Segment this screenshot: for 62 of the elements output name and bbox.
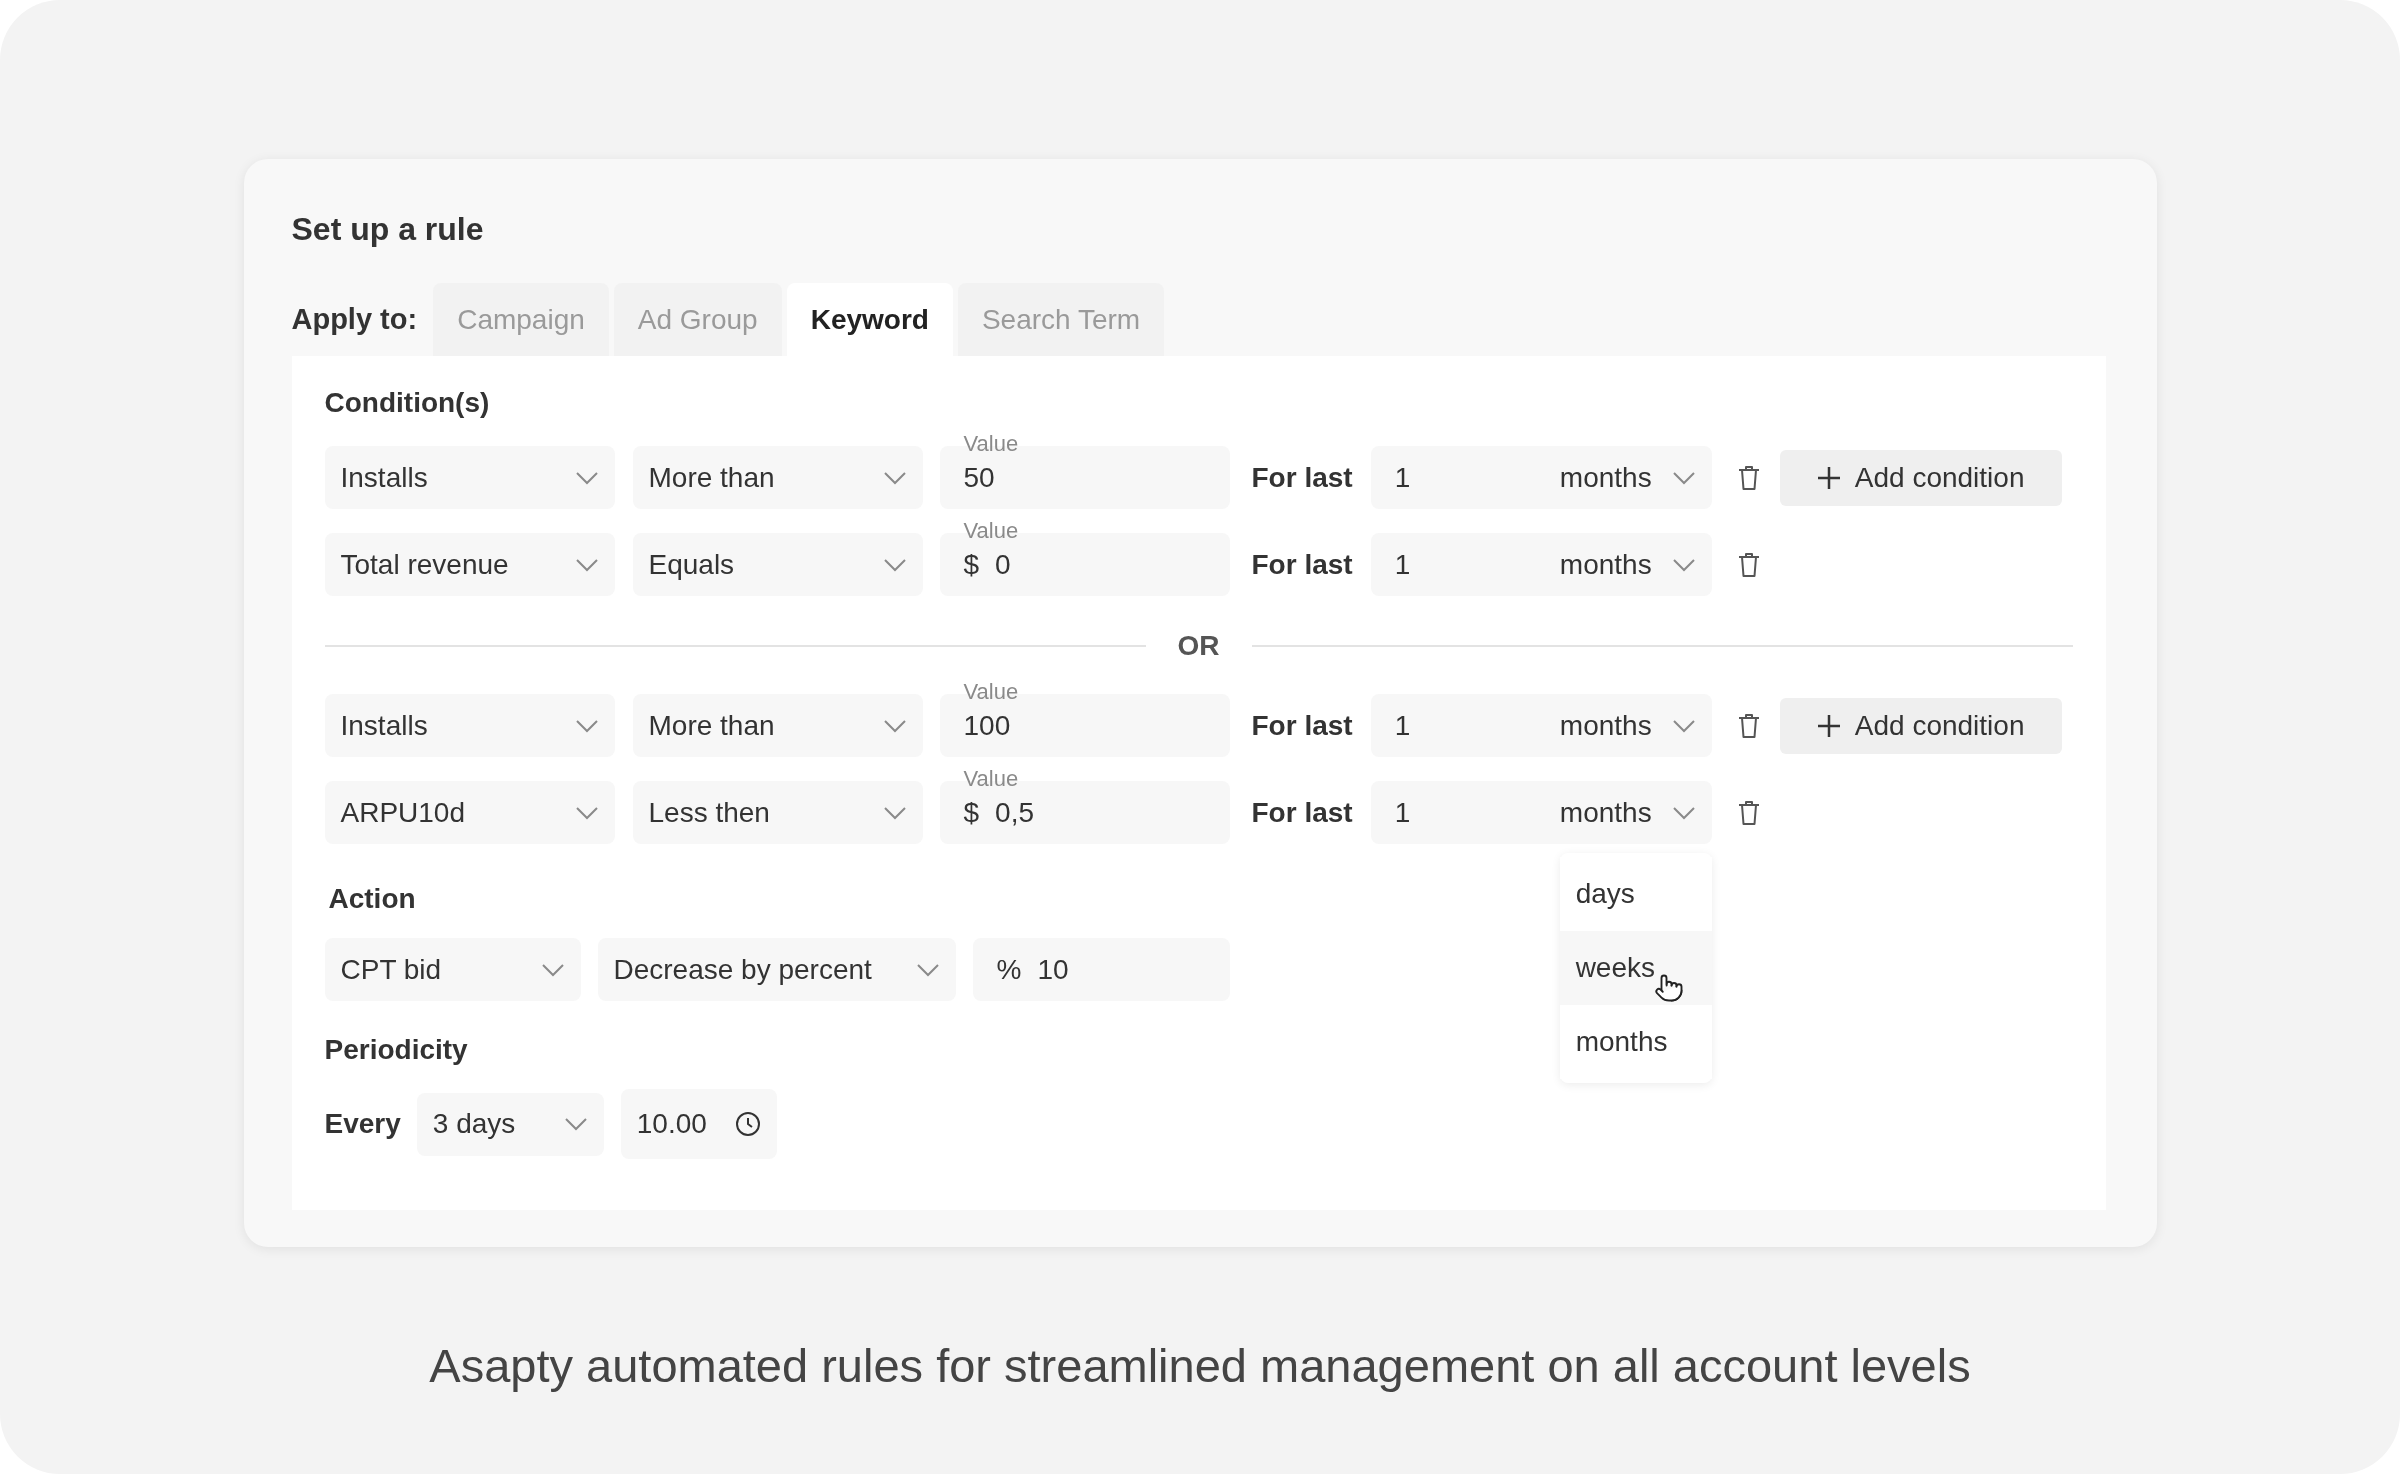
plus-icon xyxy=(1816,713,1841,738)
for-last-label: For last xyxy=(1251,460,1353,495)
chevron-down-icon xyxy=(574,718,599,733)
period-count[interactable]: 1 xyxy=(1394,704,1411,747)
unit-select[interactable]: months xyxy=(1559,456,1696,499)
chevron-down-icon xyxy=(882,470,907,485)
operator-select[interactable]: More than xyxy=(632,446,923,509)
action-heading: Action xyxy=(328,882,416,916)
chevron-down-icon xyxy=(1671,557,1696,572)
chevron-down-icon xyxy=(574,470,599,485)
chevron-down-icon xyxy=(540,962,565,977)
unit-select[interactable]: months xyxy=(1559,704,1696,747)
trash-icon[interactable] xyxy=(1737,799,1760,826)
periodicity-heading: Periodicity xyxy=(324,1033,468,1067)
hand-cursor-icon xyxy=(1653,973,1684,1003)
operator-select[interactable]: Less then xyxy=(632,781,923,844)
chevron-down-icon xyxy=(574,805,599,820)
apply-to-label: Apply to: xyxy=(291,301,418,337)
metric-select[interactable]: Installs xyxy=(324,694,615,757)
period-count[interactable]: 1 xyxy=(1394,456,1411,499)
target-select[interactable]: CPT bid xyxy=(324,938,581,1001)
chevron-down-icon xyxy=(1671,805,1696,820)
unit-select[interactable]: months xyxy=(1559,791,1696,834)
chevron-down-icon xyxy=(882,805,907,820)
percent-field[interactable]: % 10 xyxy=(972,938,1230,1001)
period-count[interactable]: 1 xyxy=(1394,543,1411,586)
trash-icon[interactable] xyxy=(1737,464,1760,491)
for-last-label: For last xyxy=(1251,795,1353,830)
period-count[interactable]: 1 xyxy=(1394,791,1411,834)
conditions-heading: Condition(s) xyxy=(324,386,491,420)
every-label: Every xyxy=(324,1107,401,1141)
card-title: Set up a rule xyxy=(291,210,485,249)
metric-select[interactable]: Total revenue xyxy=(324,533,615,596)
tab[interactable]: Keyword xyxy=(786,283,953,356)
for-last-label: For last xyxy=(1251,547,1353,582)
metric-select[interactable]: ARPU10d xyxy=(324,781,615,844)
time-field[interactable]: 10.00 xyxy=(620,1089,777,1159)
chevron-down-icon xyxy=(563,1117,588,1131)
clock-icon xyxy=(734,1111,761,1137)
unit-select[interactable]: months xyxy=(1559,543,1696,586)
caption: Asapty automated rules for streamlined management on all account levels xyxy=(429,1338,1971,1394)
for-last-label: For last xyxy=(1251,708,1353,743)
trash-icon[interactable] xyxy=(1737,551,1760,578)
operator-select[interactable]: More than xyxy=(632,694,923,757)
trash-icon[interactable] xyxy=(1737,712,1760,739)
add-condition-button[interactable]: Add condition xyxy=(1779,697,2062,754)
chevron-down-icon xyxy=(574,557,599,572)
chevron-down-icon xyxy=(1671,470,1696,485)
interval-select[interactable]: 3 days xyxy=(416,1092,604,1156)
chevron-down-icon xyxy=(882,718,907,733)
unit-option[interactable]: days xyxy=(1559,857,1712,931)
chevron-down-icon xyxy=(882,557,907,572)
metric-select[interactable]: Installs xyxy=(324,446,615,509)
unit-option[interactable]: weeks xyxy=(1559,931,1712,1005)
operator-select[interactable]: Equals xyxy=(632,533,923,596)
operation-select[interactable]: Decrease by percent xyxy=(597,938,956,1001)
or-separator: OR xyxy=(1177,629,1220,663)
unit-option[interactable]: months xyxy=(1559,1005,1712,1079)
chevron-down-icon xyxy=(915,962,940,977)
plus-icon xyxy=(1816,465,1841,490)
chevron-down-icon xyxy=(1671,718,1696,733)
add-condition-button[interactable]: Add condition xyxy=(1779,449,2062,506)
